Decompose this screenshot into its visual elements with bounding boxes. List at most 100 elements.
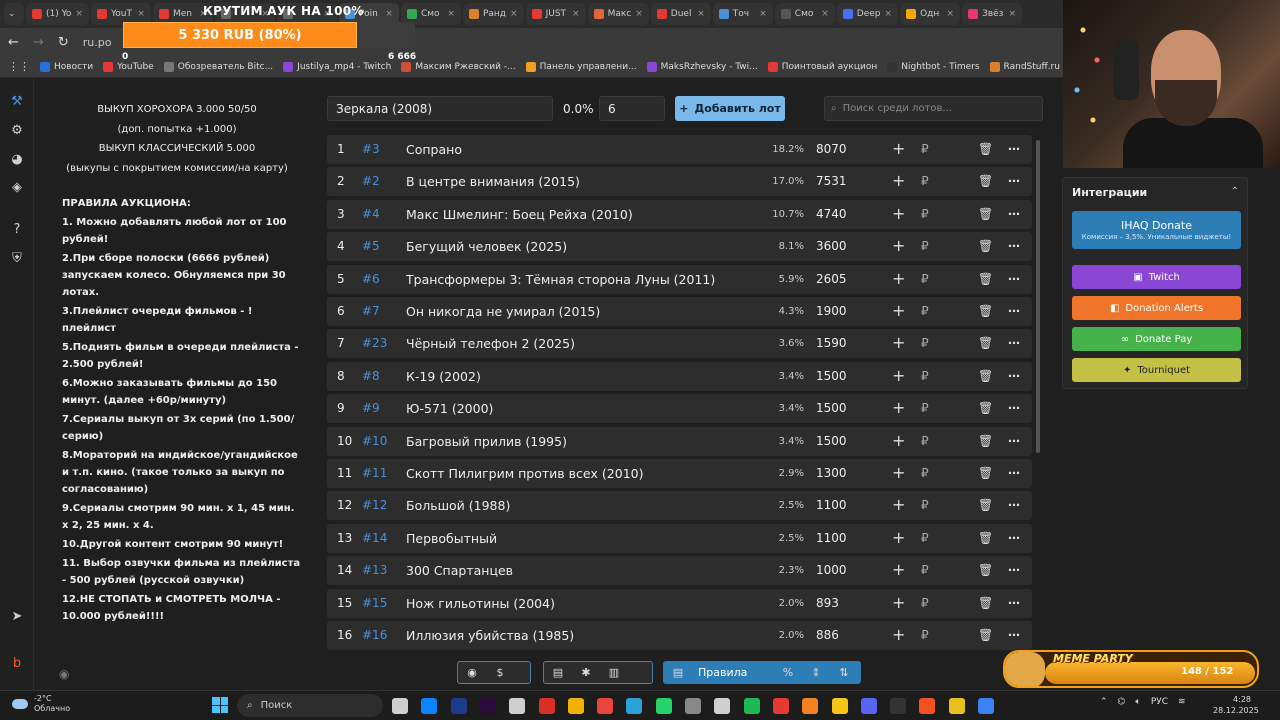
tab-close-icon[interactable]: ×: [821, 9, 829, 19]
lot-amount[interactable]: 1900: [816, 304, 847, 318]
taskbar-app-icon[interactable]: [567, 698, 584, 714]
add-amount-icon[interactable]: +: [892, 463, 905, 482]
donation-alerts-button[interactable]: ◧ Donation Alerts: [1072, 296, 1241, 320]
browser-tab[interactable]: Звёз ×: [962, 3, 1023, 25]
add-amount-icon[interactable]: +: [892, 171, 905, 190]
add-amount-icon[interactable]: +: [892, 431, 905, 450]
add-amount-icon[interactable]: +: [892, 236, 905, 255]
lot-amount[interactable]: 1100: [816, 531, 847, 545]
lot-amount[interactable]: 1000: [816, 563, 847, 577]
add-lot-button[interactable]: + Добавить лот: [675, 96, 785, 121]
lots-scrollbar[interactable]: [1036, 140, 1040, 453]
tab-close-icon[interactable]: ×: [510, 9, 518, 19]
lot-row[interactable]: 9 #9 Ю-571 (2000) 3.4% 1500 + ₽ 🗑︎ ⋯: [327, 394, 1032, 424]
tab-close-icon[interactable]: ×: [885, 9, 893, 19]
more-options-icon[interactable]: ⋯: [1008, 596, 1020, 610]
more-options-icon[interactable]: ⋯: [1008, 531, 1020, 545]
windows-start-icon[interactable]: [212, 697, 228, 713]
browser-tab[interactable]: Одн ×: [900, 3, 961, 25]
tray-chevron-icon[interactable]: ⌃: [1100, 697, 1108, 707]
lot-amount[interactable]: 1500: [816, 401, 847, 415]
delete-icon[interactable]: 🗑︎: [978, 304, 993, 318]
apps-grid-icon[interactable]: ⋮⋮: [8, 60, 30, 73]
settings-gear-icon[interactable]: ⚙: [9, 123, 25, 139]
lot-row[interactable]: 10 #10 Багровый прилив (1995) 3.4% 1500 + ₽ 🗑︎ ⋯: [327, 426, 1032, 456]
taskbar-app-icon[interactable]: [450, 698, 467, 714]
delete-icon[interactable]: 🗑︎: [978, 239, 993, 253]
delete-icon[interactable]: 🗑︎: [978, 498, 993, 512]
more-options-icon[interactable]: ⋯: [1008, 369, 1020, 383]
ruble-icon[interactable]: ₽: [921, 401, 929, 415]
taskbar-app-icon[interactable]: [890, 698, 907, 714]
taskbar-app-icon[interactable]: [597, 698, 614, 714]
delete-icon[interactable]: 🗑︎: [978, 207, 993, 221]
lot-row[interactable]: 12 #12 Большой (1988) 2.5% 1100 + ₽ 🗑︎ ⋯: [327, 491, 1032, 521]
lot-amount[interactable]: 1590: [816, 336, 847, 350]
add-amount-icon[interactable]: +: [892, 528, 905, 547]
lot-amount[interactable]: 1500: [816, 369, 847, 383]
more-options-icon[interactable]: ⋯: [1008, 336, 1020, 350]
donate-pay-button[interactable]: ∞ Donate Pay: [1072, 327, 1241, 351]
lot-search-field[interactable]: ⌕ Поиск среди лотов...: [824, 96, 1043, 121]
add-amount-icon[interactable]: +: [892, 366, 905, 385]
more-options-icon[interactable]: ⋯: [1008, 239, 1020, 253]
ihaq-donate-button[interactable]: IHAQ Donate Комиссия – 3,5%. Уникальные …: [1072, 211, 1241, 249]
browser-tab[interactable]: Смо ×: [774, 3, 835, 25]
boosty-icon[interactable]: b: [9, 656, 25, 672]
lot-amount[interactable]: 893: [816, 596, 839, 610]
forward-icon[interactable]: →: [33, 35, 44, 50]
lot-amount[interactable]: 1500: [816, 434, 847, 448]
lot-row[interactable]: 7 #23 Чёрный телефон 2 (2025) 3.6% 1590 + ₽ 🗑︎ ⋯: [327, 329, 1032, 359]
sort-icon[interactable]: ⇅: [830, 666, 858, 679]
ruble-icon[interactable]: ₽: [921, 304, 929, 318]
lot-row[interactable]: 3 #4 Макс Шмелинг: Боец Рейха (2010) 10.7% 4…: [327, 199, 1032, 229]
ruble-icon[interactable]: ₽: [921, 174, 929, 188]
lot-row[interactable]: 11 #11 Скотт Пилигрим против всех (2010) 2.…: [327, 459, 1032, 488]
lot-row[interactable]: 6 #7 Он никогда не умирал (2015) 4.3% 1900 + ₽…: [327, 297, 1032, 326]
add-amount-icon[interactable]: +: [892, 333, 905, 352]
delete-icon[interactable]: 🗑︎: [978, 401, 993, 415]
layers-icon[interactable]: ◈: [9, 180, 25, 196]
lot-amount[interactable]: 1100: [816, 498, 847, 512]
ruble-icon[interactable]: ₽: [921, 628, 929, 642]
ruble-icon[interactable]: ₽: [921, 498, 929, 512]
tab-close-icon[interactable]: ×: [947, 9, 955, 19]
lot-amount[interactable]: 4740: [816, 207, 847, 221]
browser-tab[interactable]: Макс ×: [587, 3, 649, 25]
more-options-icon[interactable]: ⋯: [1008, 434, 1020, 448]
lot-row[interactable]: 8 #8 К-19 (2002) 3.4% 1500 + ₽ 🗑︎ ⋯: [327, 361, 1032, 391]
wifi-icon[interactable]: ≋: [1178, 697, 1186, 707]
more-options-icon[interactable]: ⋯: [1008, 207, 1020, 221]
volume-icon[interactable]: 🔈︎: [1135, 697, 1140, 707]
more-options-icon[interactable]: ⋯: [1008, 142, 1020, 156]
tab-close-icon[interactable]: ×: [759, 9, 767, 19]
tab-close-icon[interactable]: ×: [697, 9, 705, 19]
ruble-icon[interactable]: ₽: [921, 272, 929, 286]
tab-list-button[interactable]: ⌄: [4, 3, 24, 25]
more-options-icon[interactable]: ⋯: [1008, 272, 1020, 286]
lot-amount[interactable]: 1300: [816, 466, 847, 480]
telegram-icon[interactable]: ➤: [9, 609, 25, 625]
lot-row[interactable]: 16 #16 Иллюзия убийства (1985) 2.0% 886 + ₽ 🗑︎ ⋯: [327, 621, 1032, 650]
taskbar-app-icon[interactable]: [978, 698, 994, 714]
ruble-icon[interactable]: ₽: [921, 531, 929, 545]
bookmark-item[interactable]: YouTube: [103, 61, 154, 72]
add-amount-icon[interactable]: +: [892, 301, 905, 320]
taskbar-app-icon[interactable]: [860, 698, 877, 714]
delete-icon[interactable]: 🗑︎: [978, 336, 993, 350]
weather-widget[interactable]: -2°C Облачно: [12, 694, 70, 714]
tourniquet-button[interactable]: ✦ Tourniquet: [1072, 358, 1241, 382]
lot-amount-input[interactable]: [599, 96, 665, 121]
taskbar-app-icon[interactable]: [772, 698, 789, 714]
ruble-icon[interactable]: ₽: [921, 563, 929, 577]
twitch-button[interactable]: ▣ Twitch: [1072, 265, 1241, 289]
lot-row[interactable]: 1 #3 Сопрано 18.2% 8070 + ₽ 🗑︎ ⋯: [327, 135, 1032, 164]
delete-icon[interactable]: 🗑︎: [978, 434, 993, 448]
taskbar-app-icon[interactable]: [421, 698, 438, 714]
book-icon[interactable]: ▤: [664, 666, 692, 679]
lot-amount[interactable]: 886: [816, 628, 839, 642]
taskbar-app-icon[interactable]: [948, 698, 965, 714]
lot-row[interactable]: 4 #5 Бегущий человек (2025) 8.1% 3600 + ₽ 🗑︎ ⋯: [327, 232, 1032, 262]
more-options-icon[interactable]: ⋯: [1008, 401, 1020, 415]
taskbar-app-icon[interactable]: [919, 698, 936, 714]
